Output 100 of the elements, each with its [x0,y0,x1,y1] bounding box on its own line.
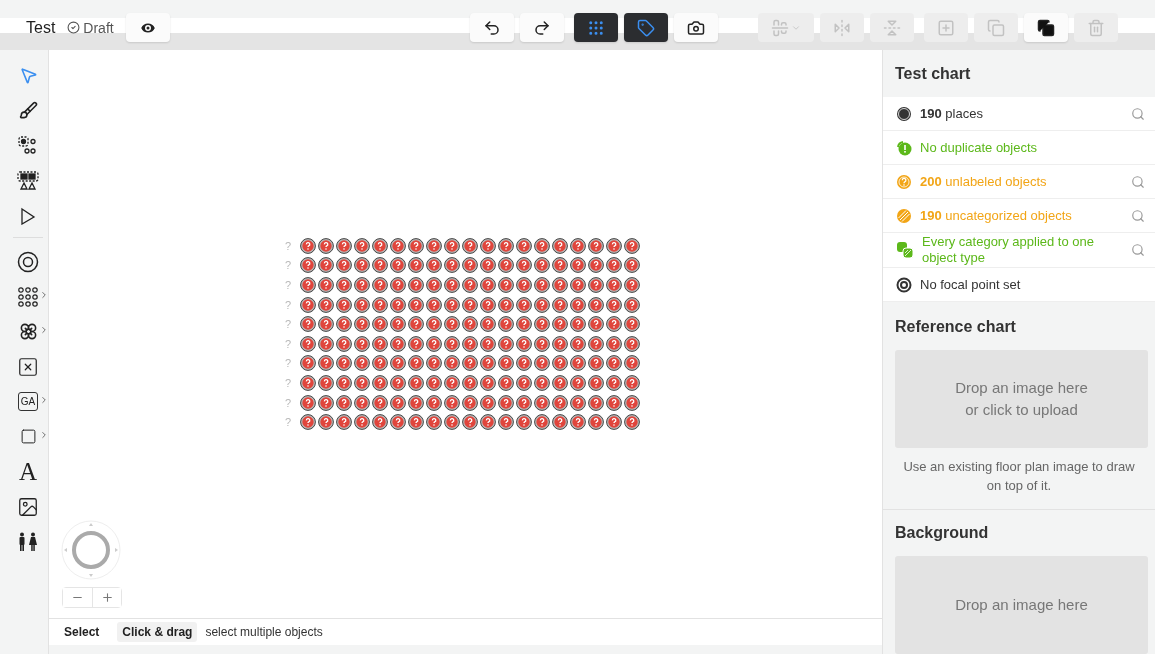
image-drop-zone[interactable]: Drop an image here or click to upload [895,350,1148,449]
unlabeled-place-icon[interactable] [444,237,460,254]
unlabeled-place-icon[interactable] [534,316,550,333]
unlabeled-place-icon[interactable] [318,257,334,274]
unlabeled-place-icon[interactable] [426,394,442,411]
unlabeled-place-icon[interactable] [516,414,532,431]
labels-button[interactable] [623,13,668,42]
unlabeled-place-icon[interactable] [534,257,550,274]
unlabeled-place-icon[interactable] [588,296,604,313]
unlabeled-place-icon[interactable] [480,257,496,274]
unlabeled-place-icon[interactable] [534,335,550,352]
unlabeled-place-icon[interactable] [552,316,568,333]
select-places-button[interactable] [573,13,618,42]
unlabeled-place-icon[interactable] [390,316,406,333]
unlabeled-place-icon[interactable] [606,316,622,333]
unlabeled-place-icon[interactable] [552,277,568,293]
area-tool[interactable]: GA [7,384,49,419]
unlabeled-place-icon[interactable] [606,257,622,274]
unlabeled-place-icon[interactable] [552,414,568,431]
unlabeled-place-icon[interactable] [516,394,532,411]
unlabeled-place-icon[interactable] [408,394,424,411]
unlabeled-place-icon[interactable] [534,414,550,431]
unlabeled-place-icon[interactable] [516,355,532,372]
unlabeled-place-icon[interactable] [444,277,460,293]
unlabeled-place-icon[interactable] [444,257,460,274]
unlabeled-place-icon[interactable] [552,237,568,254]
unlabeled-place-icon[interactable] [444,296,460,313]
unlabeled-place-icon[interactable] [480,277,496,293]
unlabeled-place-icon[interactable] [462,296,478,313]
unlabeled-place-icon[interactable] [498,414,514,431]
unlabeled-place-icon[interactable] [336,375,352,391]
unlabeled-place-icon[interactable] [426,316,442,333]
unlabeled-place-icon[interactable] [372,414,388,431]
unlabeled-place-icon[interactable] [516,296,532,313]
unlabeled-place-icon[interactable] [570,355,586,372]
unlabeled-place-icon[interactable] [408,335,424,352]
unlabeled-place-icon[interactable] [300,316,316,333]
unlabeled-place-icon[interactable] [462,335,478,352]
unlabeled-place-icon[interactable] [606,335,622,352]
unlabeled-place-icon[interactable] [318,237,334,254]
unlabeled-place-icon[interactable] [300,414,316,431]
unlabeled-place-icon[interactable] [300,335,316,352]
unlabeled-place-icon[interactable] [408,296,424,313]
unlabeled-place-icon[interactable] [390,296,406,313]
unlabeled-place-icon[interactable] [336,237,352,254]
unlabeled-place-icon[interactable] [624,237,640,254]
unlabeled-place-icon[interactable] [390,237,406,254]
unlabeled-place-icon[interactable] [516,257,532,274]
paste-button[interactable] [1023,13,1068,42]
unlabeled-place-icon[interactable] [624,355,640,372]
unlabeled-place-icon[interactable] [570,394,586,411]
unlabeled-place-icon[interactable] [354,316,370,333]
unlabeled-place-icon[interactable] [372,296,388,313]
unlabeled-place-icon[interactable] [462,414,478,431]
unlabeled-place-icon[interactable] [588,355,604,372]
unlabeled-place-icon[interactable] [408,316,424,333]
unlabeled-place-icon[interactable] [570,296,586,313]
unlabeled-place-icon[interactable] [354,394,370,411]
unlabeled-place-icon[interactable] [372,277,388,293]
unlabeled-place-icon[interactable] [552,335,568,352]
unlabeled-place-icon[interactable] [570,414,586,431]
preview-button[interactable] [125,13,170,42]
unlabeled-place-icon[interactable] [354,277,370,293]
unlabeled-place-icon[interactable] [390,355,406,372]
zoom-in-button[interactable] [92,588,121,607]
unlabeled-place-icon[interactable] [570,375,586,391]
unlabeled-place-icon[interactable] [390,257,406,274]
unlabeled-place-icon[interactable] [462,316,478,333]
unlabeled-place-icon[interactable] [336,296,352,313]
unlabeled-place-icon[interactable] [534,355,550,372]
unlabeled-place-icon[interactable] [318,375,334,391]
unlabeled-place-icon[interactable] [354,257,370,274]
unlabeled-place-icon[interactable] [390,394,406,411]
unlabeled-place-icon[interactable] [498,335,514,352]
unlabeled-place-icon[interactable] [372,375,388,391]
unlabeled-place-icon[interactable] [426,375,442,391]
unlabeled-place-icon[interactable] [534,296,550,313]
snapshot-button[interactable] [673,13,718,42]
unlabeled-place-icon[interactable] [498,296,514,313]
unlabeled-place-icon[interactable] [372,316,388,333]
unlabeled-place-icon[interactable] [606,414,622,431]
unlabeled-place-icon[interactable] [462,257,478,274]
unlabeled-place-icon[interactable] [354,237,370,254]
unlabeled-place-icon[interactable] [570,316,586,333]
unlabeled-place-icon[interactable] [426,277,442,293]
unlabeled-place-icon[interactable] [444,394,460,411]
unlabeled-place-icon[interactable] [372,335,388,352]
unlabeled-place-icon[interactable] [354,355,370,372]
unlabeled-place-icon[interactable] [336,335,352,352]
unlabeled-place-icon[interactable] [498,394,514,411]
unlabeled-place-icon[interactable] [498,316,514,333]
unlabeled-place-icon[interactable] [552,394,568,411]
unlabeled-place-icon[interactable] [336,414,352,431]
unlabeled-place-icon[interactable] [588,394,604,411]
unlabeled-place-icon[interactable] [354,296,370,313]
unlabeled-place-icon[interactable] [318,316,334,333]
unlabeled-place-icon[interactable] [300,237,316,254]
unlabeled-place-icon[interactable] [318,355,334,372]
unlabeled-place-icon[interactable] [408,414,424,431]
unlabeled-place-icon[interactable] [336,277,352,293]
